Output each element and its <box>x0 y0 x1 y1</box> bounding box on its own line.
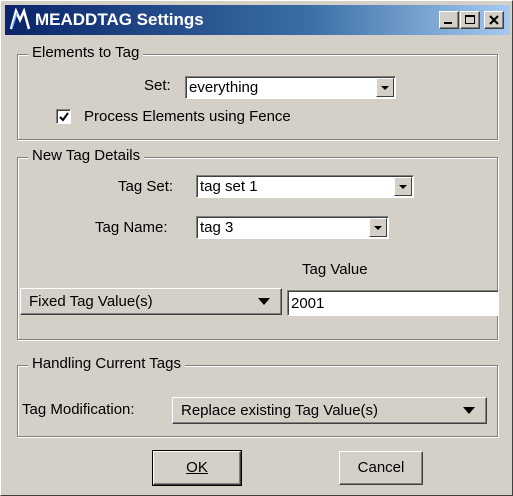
elements-to-tag-group: Elements to Tag Set: everything Process … <box>17 44 498 140</box>
title-bar[interactable]: MEADDTAG Settings <box>5 5 510 35</box>
chevron-down-icon <box>399 185 407 189</box>
tag-value-text: 2001 <box>291 295 325 312</box>
chevron-down-icon <box>374 226 382 230</box>
set-value: everything <box>189 79 259 96</box>
fence-checkbox[interactable] <box>56 109 71 124</box>
tag-set-dropdown[interactable]: tag set 1 <box>196 175 414 198</box>
tag-name-dropdown[interactable]: tag 3 <box>196 216 389 239</box>
close-icon <box>489 15 499 25</box>
microstation-icon <box>9 7 31 32</box>
chevron-down-icon <box>460 404 478 416</box>
dropdown-button[interactable] <box>394 177 412 196</box>
tag-set-label: Tag Set: <box>118 178 174 195</box>
minimize-button[interactable] <box>439 11 459 29</box>
tag-value-input[interactable]: 2001 <box>287 290 499 316</box>
minimize-icon <box>444 22 452 24</box>
chevron-down-icon <box>255 295 273 307</box>
settings-dialog: MEADDTAG Settings Elements to Tag Set: e… <box>0 0 513 496</box>
tag-set-value: tag set 1 <box>200 178 258 195</box>
fence-label: Process Elements using Fence <box>84 108 291 125</box>
handling-current-tags-legend: Handling Current Tags <box>28 355 185 372</box>
value-mode-value: Fixed Tag Value(s) <box>29 293 153 310</box>
set-dropdown[interactable]: everything <box>185 76 396 99</box>
set-label: Set: <box>144 77 171 94</box>
tag-modification-value: Replace existing Tag Value(s) <box>181 402 379 419</box>
tag-modification-dropdown[interactable]: Replace existing Tag Value(s) <box>172 397 487 424</box>
new-tag-details-group: New Tag Details Tag Set: tag set 1 Tag N… <box>17 147 499 340</box>
chevron-down-icon <box>381 86 389 90</box>
handling-current-tags-group: Handling Current Tags Tag Modification: … <box>17 355 498 437</box>
ok-label: OK <box>186 459 208 476</box>
maximize-button[interactable] <box>460 11 480 29</box>
tag-modification-label: Tag Modification: <box>22 401 135 418</box>
cancel-button[interactable]: Cancel <box>339 451 423 485</box>
window-title: MEADDTAG Settings <box>35 10 204 29</box>
cancel-label: Cancel <box>357 459 405 476</box>
ok-button[interactable]: OK <box>152 450 242 486</box>
close-button[interactable] <box>484 11 504 29</box>
maximize-icon <box>465 15 475 24</box>
tag-value-header: Tag Value <box>302 261 368 278</box>
dropdown-button[interactable] <box>369 218 387 237</box>
new-tag-details-legend: New Tag Details <box>28 147 145 164</box>
tag-name-label: Tag Name: <box>95 219 168 236</box>
tag-name-value: tag 3 <box>200 219 234 236</box>
value-mode-dropdown[interactable]: Fixed Tag Value(s) <box>20 288 282 315</box>
elements-to-tag-legend: Elements to Tag <box>28 44 144 61</box>
checkmark-icon <box>59 112 69 122</box>
dropdown-button[interactable] <box>376 78 394 97</box>
